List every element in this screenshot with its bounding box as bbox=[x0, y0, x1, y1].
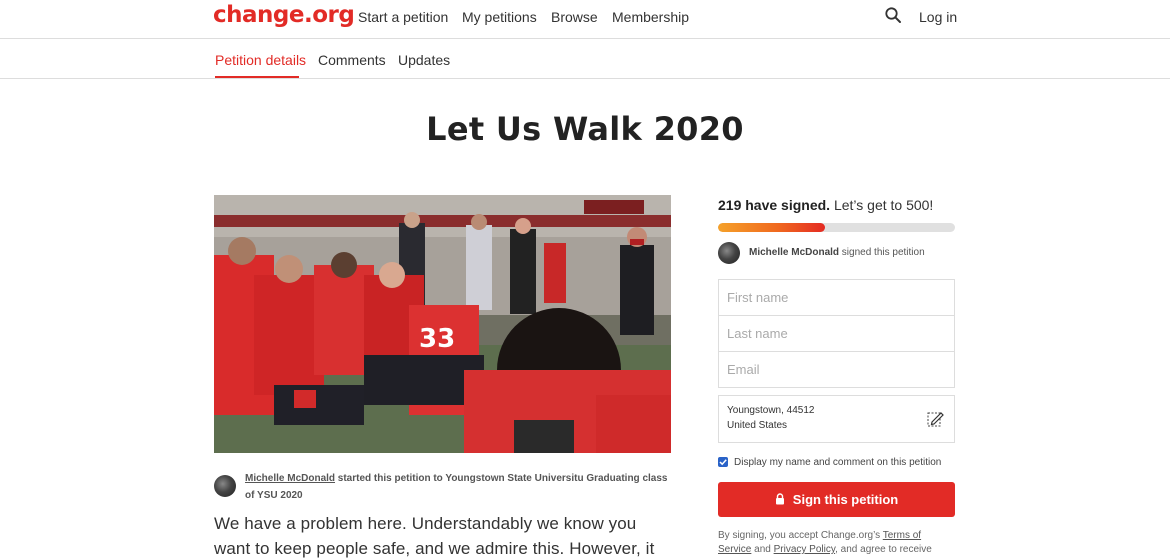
display-name-option: Display my name and comment on this peti… bbox=[718, 456, 955, 470]
tab-updates[interactable]: Updates bbox=[398, 51, 450, 69]
display-name-checkbox[interactable] bbox=[718, 457, 728, 467]
lock-icon bbox=[775, 492, 785, 508]
check-icon bbox=[719, 459, 727, 466]
starter-text: Michelle McDonald started this petition … bbox=[245, 470, 670, 504]
sign-button-label: Sign this petition bbox=[792, 492, 899, 508]
search-icon[interactable] bbox=[884, 6, 902, 24]
change-org-logo[interactable]: change.org bbox=[213, 0, 355, 30]
location-field[interactable]: Youngstown, 44512 United States bbox=[718, 395, 955, 443]
sign-petition-button[interactable]: Sign this petition bbox=[718, 482, 955, 517]
recent-signer-name: Michelle McDonald bbox=[749, 247, 840, 258]
active-tab-indicator bbox=[215, 76, 299, 78]
last-name-field[interactable] bbox=[718, 315, 955, 352]
nav-membership[interactable]: Membership bbox=[612, 8, 689, 26]
nav-my-petitions[interactable]: My petitions bbox=[462, 8, 537, 26]
legal-suffix: , and agree to receive bbox=[835, 544, 932, 555]
goal-text: Let’s get to 500! bbox=[830, 197, 934, 213]
starter-avatar[interactable] bbox=[214, 475, 236, 497]
recent-signer-text: Michelle McDonald signed this petition bbox=[749, 246, 925, 260]
email-field[interactable] bbox=[718, 351, 955, 388]
nav-browse[interactable]: Browse bbox=[551, 8, 598, 26]
petition-title: Let Us Walk 2020 bbox=[426, 110, 744, 148]
nav-start-petition[interactable]: Start a petition bbox=[358, 8, 448, 26]
signature-progress-bar bbox=[718, 223, 955, 232]
edit-location-icon[interactable] bbox=[927, 410, 944, 427]
top-navigation-bar: change.org Start a petition My petitions… bbox=[0, 0, 1170, 39]
petition-tabs: Petition details Comments Updates bbox=[0, 39, 1170, 79]
signed-count-text: 219 have signed. bbox=[718, 197, 831, 213]
progress-fill bbox=[718, 223, 825, 232]
login-link[interactable]: Log in bbox=[919, 8, 957, 26]
location-city: Youngstown, 44512 bbox=[727, 405, 815, 416]
first-name-field[interactable] bbox=[718, 279, 955, 316]
privacy-policy-link[interactable]: Privacy Policy bbox=[774, 544, 836, 555]
svg-text:33: 33 bbox=[419, 324, 455, 354]
legal-disclaimer: By signing, you accept Change.org’s Term… bbox=[718, 529, 955, 557]
recent-signer-avatar bbox=[718, 242, 740, 264]
legal-prefix: By signing, you accept Change.org’s bbox=[718, 530, 883, 541]
starter-name-link[interactable]: Michelle McDonald bbox=[245, 473, 335, 484]
signature-count: 219 have signed. Let’s get to 500! bbox=[718, 196, 955, 214]
display-name-label[interactable]: Display my name and comment on this peti… bbox=[734, 456, 941, 469]
tab-comments[interactable]: Comments bbox=[318, 51, 386, 69]
recent-signer-action: signed this petition bbox=[839, 247, 925, 258]
legal-and: and bbox=[751, 544, 774, 555]
location-country: United States bbox=[727, 420, 788, 431]
petition-body: We have a problem here. Understandably w… bbox=[214, 514, 655, 558]
petition-hero-image[interactable]: 33 bbox=[214, 195, 671, 453]
recent-signer: Michelle McDonald signed this petition bbox=[718, 242, 955, 264]
tab-petition-details[interactable]: Petition details bbox=[215, 51, 306, 69]
sign-sidebar: 219 have signed. Let’s get to 500! Miche… bbox=[718, 196, 955, 555]
